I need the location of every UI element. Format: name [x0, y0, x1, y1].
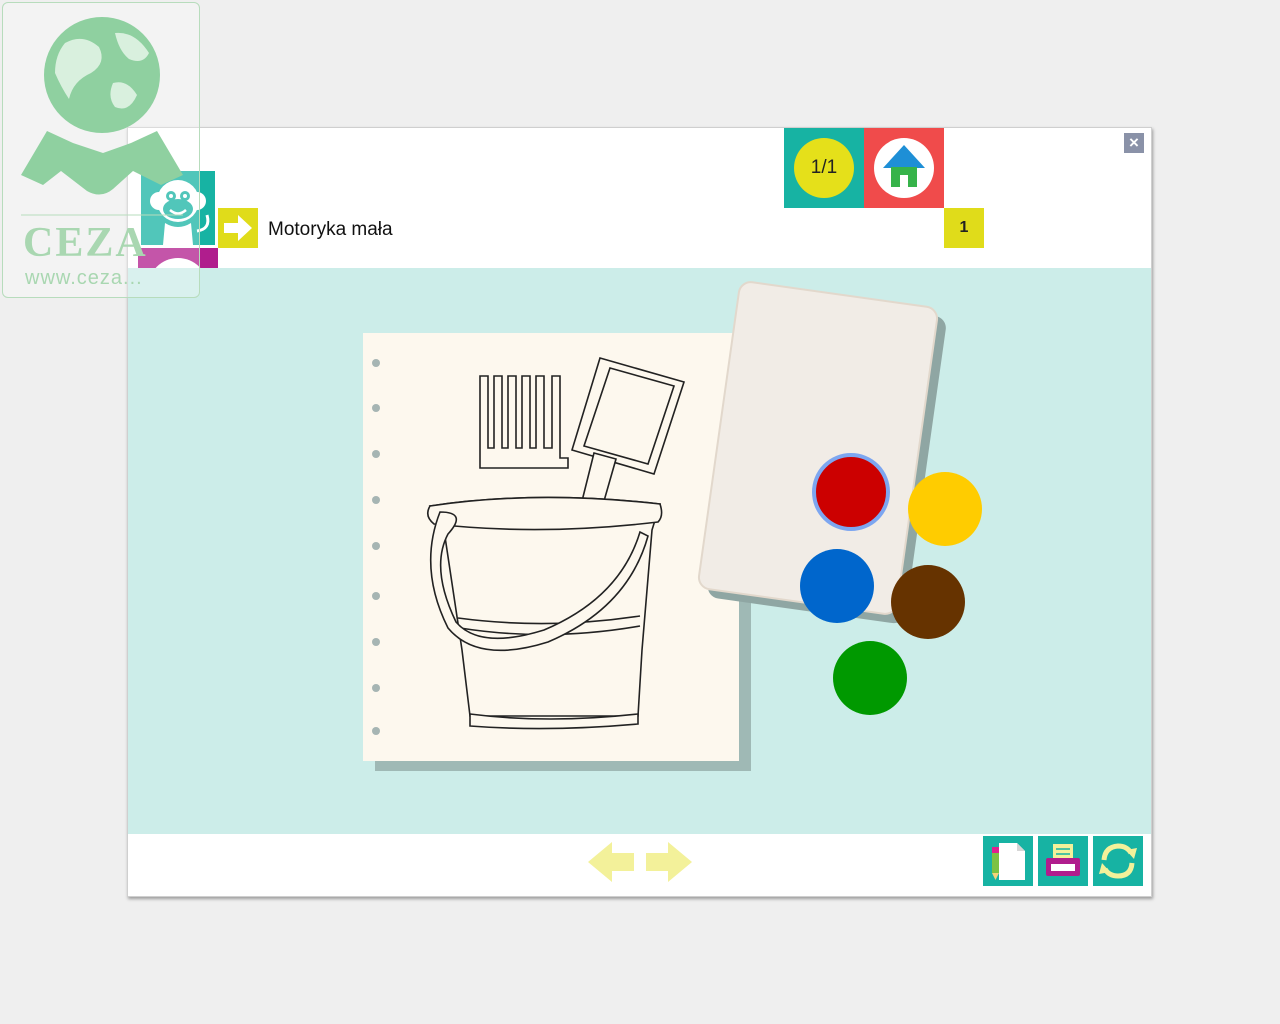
refresh-button[interactable]: [1093, 836, 1143, 886]
print-button[interactable]: [1038, 836, 1088, 886]
home-icon-circle: [874, 138, 934, 198]
watermark: CEZA www.ceza...: [2, 2, 200, 298]
arrow-right-icon: [646, 842, 692, 882]
paint-yellow[interactable]: [908, 472, 982, 546]
counter-badge: 1: [944, 208, 984, 248]
print-icon: [1046, 844, 1080, 876]
exercise-title: Motoryka mała: [268, 219, 393, 240]
paint-brown[interactable]: [891, 565, 965, 639]
arrow-left-icon: [588, 842, 634, 882]
globe-handshake-icon: [21, 17, 183, 216]
app-window: × 1/1 1 Motoryka mała: [127, 127, 1152, 897]
paint-red[interactable]: [812, 453, 890, 531]
paint-green[interactable]: [833, 641, 907, 715]
home-icon: [883, 145, 925, 187]
watermark-url: www.ceza...: [25, 267, 143, 289]
arrow-right-icon: [224, 215, 252, 241]
exercise-canvas: [128, 268, 1151, 834]
refresh-icon: [1099, 843, 1137, 879]
pencil-page-icon: [992, 843, 1025, 880]
close-button[interactable]: ×: [1124, 133, 1144, 153]
next-button[interactable]: [644, 840, 694, 884]
worksheet-button[interactable]: [983, 836, 1033, 886]
canvas-art: [363, 281, 982, 771]
previous-button[interactable]: [586, 840, 636, 884]
watermark-name: CEZA: [23, 220, 148, 266]
page-indicator-tile: 1/1: [784, 128, 864, 208]
page-indicator: 1/1: [794, 138, 854, 198]
title-arrow: [218, 208, 258, 248]
close-icon: ×: [1129, 133, 1139, 152]
paint-blue[interactable]: [800, 549, 874, 623]
home-button[interactable]: [864, 128, 944, 208]
